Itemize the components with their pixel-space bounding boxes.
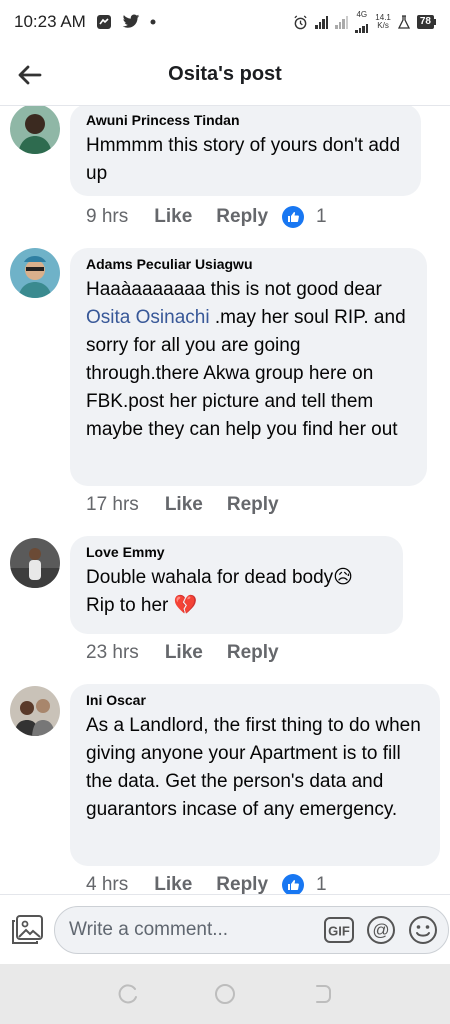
like-button[interactable]: Like (154, 874, 192, 894)
comment-actions: 23 hrs Like Reply (86, 642, 303, 664)
comment-bubble[interactable]: Awuni Princess Tindan Hmmmm this story o… (70, 106, 421, 196)
status-bar: 10:23 AM 4G 14.1 K/s 78 (0, 0, 450, 44)
comment-text: As a Landlord, the first thing to do whe… (86, 715, 421, 820)
reaction-summary[interactable]: 1 (282, 206, 327, 228)
avatar[interactable] (10, 538, 60, 588)
avatar[interactable] (10, 686, 60, 736)
nav-recents-button[interactable] (113, 979, 143, 1009)
comment-text: Haaàaaaaaaa this is not good dear Osita … (86, 276, 411, 444)
mention-button[interactable]: @ (364, 913, 398, 947)
network-type: 4G (355, 10, 369, 33)
comment-text-line-2: Rip to her 💔 (86, 595, 198, 616)
comment-text-start: Haaàaaaaaaa this is not good dear (86, 279, 382, 300)
arrow-left-icon (18, 65, 42, 84)
comment-composer: GIF @ (0, 894, 450, 964)
at-sign-icon: @ (367, 915, 395, 944)
like-reaction-icon (282, 206, 305, 228)
net-speed: 14.1 K/s (375, 14, 391, 30)
comment-author[interactable]: Love Emmy (86, 544, 387, 560)
comment-actions: 9 hrs Like Reply 1 (86, 206, 327, 228)
reaction-summary[interactable]: 1 (282, 874, 327, 894)
like-button[interactable]: Like (165, 642, 203, 664)
photo-icon (12, 914, 43, 944)
reply-button[interactable]: Reply (227, 642, 279, 664)
comment-time[interactable]: 9 hrs (86, 206, 128, 228)
comment-text: Hmmmm this story of yours don't add up (86, 135, 401, 184)
comment-text-line-1: Double wahala for dead body😥 (86, 567, 353, 588)
gif-icon: GIF (324, 916, 354, 943)
more-notifications-dot-icon (150, 19, 156, 25)
signal-icon (315, 15, 329, 29)
nav-back-button[interactable] (307, 979, 337, 1009)
like-button[interactable]: Like (165, 494, 203, 516)
home-icon (214, 984, 235, 1004)
avatar[interactable] (10, 106, 60, 154)
twitter-notification-icon (122, 14, 140, 30)
reaction-count: 1 (316, 874, 327, 894)
comment-bubble[interactable]: Ini Oscar As a Landlord, the first thing… (70, 684, 440, 866)
system-nav-bar (0, 964, 450, 1024)
app-header: Osita's post (0, 44, 450, 106)
gif-button[interactable]: GIF (322, 913, 356, 947)
signal-weak-icon (335, 15, 349, 29)
comment-bubble[interactable]: Love Emmy Double wahala for dead body😥 R… (70, 536, 403, 634)
reply-button[interactable]: Reply (227, 494, 279, 516)
smiley-icon (409, 915, 437, 944)
reply-button[interactable]: Reply (216, 874, 268, 894)
network-type-label: 4G (356, 10, 368, 19)
comment-bubble[interactable]: Adams Peculiar Usiagwu Haaàaaaaaaa this … (70, 248, 427, 486)
comment-box: GIF @ (54, 905, 449, 954)
at-label: @ (372, 920, 389, 939)
alarm-icon (293, 14, 308, 30)
comment-actions: 4 hrs Like Reply 1 (86, 874, 327, 894)
mention-link[interactable]: Osita Osinachi (86, 307, 210, 328)
flask-icon (397, 15, 410, 29)
battery-icon: 78 (416, 15, 436, 29)
nav-home-button[interactable] (210, 979, 240, 1009)
signal-4g-icon (355, 19, 369, 33)
net-speed-unit: K/s (377, 21, 389, 30)
like-button[interactable]: Like (154, 206, 192, 228)
comment-author[interactable]: Ini Oscar (86, 692, 424, 708)
add-photo-button[interactable] (10, 910, 44, 950)
reaction-count: 1 (316, 206, 327, 227)
battery-level: 78 (416, 15, 434, 29)
comment-actions: 17 hrs Like Reply (86, 494, 303, 516)
comment-time[interactable]: 23 hrs (86, 642, 139, 664)
like-reaction-icon (282, 874, 305, 894)
recents-icon (118, 984, 138, 1004)
comment-author[interactable]: Adams Peculiar Usiagwu (86, 256, 411, 272)
comments-list[interactable]: Awuni Princess Tindan Hmmmm this story o… (0, 106, 450, 894)
back-icon (315, 985, 331, 1003)
comment-time[interactable]: 4 hrs (86, 874, 128, 894)
avatar[interactable] (10, 248, 60, 298)
emoji-button[interactable] (406, 913, 440, 947)
comment-input[interactable] (69, 918, 314, 941)
reply-button[interactable]: Reply (216, 206, 268, 228)
back-button[interactable] (0, 44, 60, 106)
comment-author[interactable]: Awuni Princess Tindan (86, 112, 405, 128)
gif-label: GIF (328, 923, 350, 938)
page-title: Osita's post (168, 63, 282, 85)
messenger-notification-icon (96, 14, 112, 30)
status-time: 10:23 AM (14, 12, 86, 31)
comment-time[interactable]: 17 hrs (86, 494, 139, 516)
